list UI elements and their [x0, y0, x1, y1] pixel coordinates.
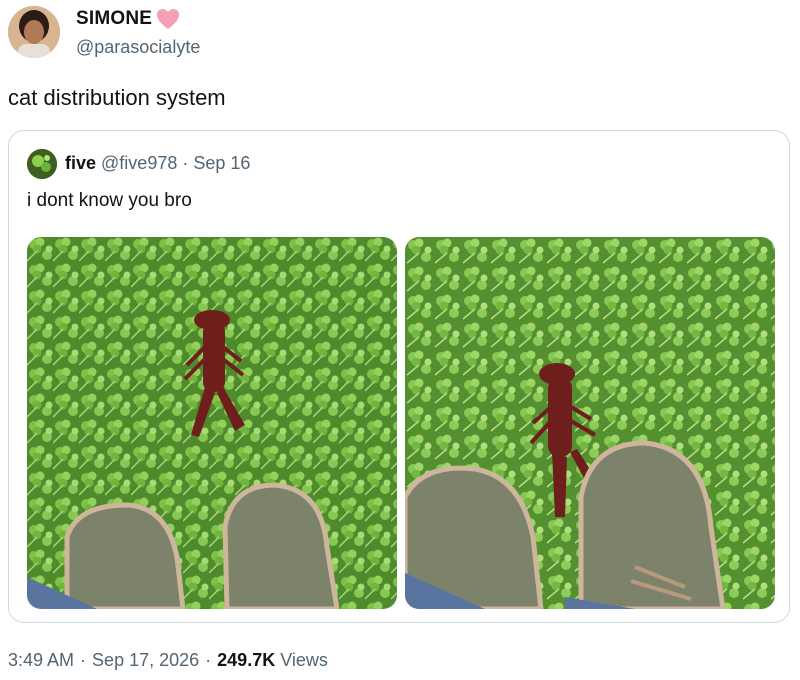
crayfish-photo-1[interactable] [27, 237, 397, 609]
quoted-avatar[interactable] [27, 149, 57, 179]
quoted-text: i dont know you bro [27, 190, 192, 211]
tweet-meta: 3:49 AM · Sep 17, 2026 · 249.7K Views [8, 650, 328, 671]
views-label: Views [280, 650, 328, 670]
tweet: SIMONE @parasocialyte cat distribution s… [0, 0, 800, 680]
author-display-name[interactable]: SIMONE [76, 8, 152, 30]
meta-separator-1: · [80, 650, 87, 670]
avatar[interactable] [8, 6, 60, 58]
quoted-header: five @five978 · Sep 16 [65, 153, 250, 174]
crayfish-photo-2[interactable] [405, 237, 775, 609]
tweet-date[interactable]: Sep 17, 2026 [92, 650, 199, 671]
quoted-handle[interactable]: @five978 [101, 153, 177, 174]
tweet-time[interactable]: 3:49 AM [8, 650, 74, 671]
author-handle[interactable]: @parasocialyte [76, 37, 200, 58]
meta-separator-2: · [205, 650, 212, 670]
tweet-text: cat distribution system [8, 85, 226, 110]
quoted-tweet[interactable]: five @five978 · Sep 16 i dont know you b… [8, 130, 790, 623]
quoted-separator: · [182, 153, 189, 173]
quoted-display-name[interactable]: five [65, 153, 96, 174]
views-count[interactable]: 249.7K [217, 650, 275, 671]
author-name-row[interactable]: SIMONE [76, 8, 180, 30]
heart-icon [156, 8, 180, 30]
quoted-date[interactable]: Sep 16 [193, 153, 250, 174]
